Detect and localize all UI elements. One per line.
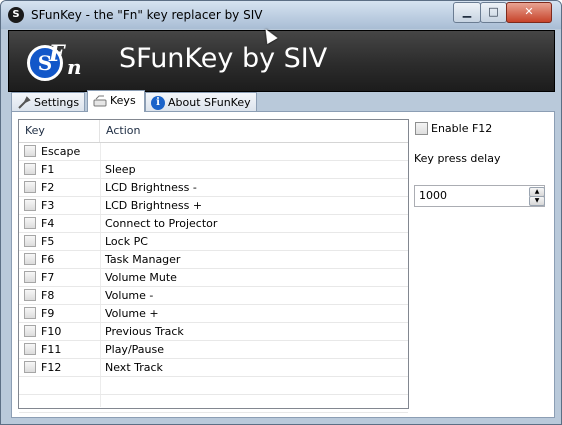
table-row[interactable]: F5 Lock PC [19, 233, 408, 251]
row-checkbox[interactable] [24, 199, 36, 211]
sfunkey-logo: S F n [23, 39, 85, 83]
row-action: Previous Track [105, 325, 184, 338]
enable-f12-label[interactable]: Enable F12 [431, 121, 492, 136]
info-icon: i [151, 96, 165, 110]
table-row[interactable]: F10 Previous Track [19, 323, 408, 341]
empty-row [19, 377, 408, 395]
row-checkbox[interactable] [24, 181, 36, 193]
column-header-key[interactable]: Key [19, 120, 100, 142]
row-key: F6 [41, 253, 55, 266]
row-action: Task Manager [105, 253, 181, 266]
row-checkbox[interactable] [24, 163, 36, 175]
banner-title: SFunKey by SIV [119, 43, 328, 74]
logo-f: F [49, 41, 65, 67]
spinner-buttons: ▲ ▼ [529, 187, 545, 206]
tab-settings[interactable]: Settings [11, 92, 85, 112]
row-key: F10 [41, 325, 62, 338]
maximize-button[interactable]: □ [480, 2, 507, 23]
row-action: Play/Pause [105, 343, 164, 356]
row-checkbox[interactable] [24, 217, 36, 229]
table-row[interactable]: F11 Play/Pause [19, 341, 408, 359]
table-row[interactable]: F8 Volume - [19, 287, 408, 305]
tab-keys-label: Keys [110, 94, 136, 107]
row-action: Volume - [105, 289, 154, 302]
key-press-delay-value[interactable]: 1000 [419, 186, 447, 206]
row-key: F1 [41, 163, 55, 176]
row-key: F5 [41, 235, 55, 248]
table-row[interactable]: F9 Volume + [19, 305, 408, 323]
key-action-list[interactable]: Key Action Escape F1 Sleep F2 LCD Brightness… [18, 119, 409, 413]
row-action: Connect to Projector [105, 217, 218, 230]
row-checkbox[interactable] [24, 325, 36, 337]
row-checkbox[interactable] [24, 235, 36, 247]
row-action: LCD Brightness - [105, 181, 197, 194]
row-action: LCD Brightness + [105, 199, 203, 212]
keys-panel: Key Action Escape F1 Sleep F2 LCD Brightness… [11, 111, 555, 418]
tab-settings-label: Settings [34, 96, 80, 109]
row-key: F11 [41, 343, 62, 356]
row-key: F3 [41, 199, 55, 212]
window-title: SFunKey - the "Fn" key replacer by SIV [31, 8, 263, 22]
key-press-delay-label: Key press delay [414, 152, 501, 165]
row-action: Volume + [105, 307, 159, 320]
row-key: Escape [41, 145, 81, 158]
row-key: F12 [41, 361, 62, 374]
row-action: Sleep [105, 163, 136, 176]
row-checkbox[interactable] [24, 145, 36, 157]
key-press-delay-spinner[interactable]: 1000 ▲ ▼ [414, 185, 545, 207]
list-body: Escape F1 Sleep F2 LCD Brightness - F3 LCD Bri… [19, 143, 408, 413]
empty-row [19, 395, 408, 413]
row-checkbox[interactable] [24, 343, 36, 355]
row-action: Next Track [105, 361, 163, 374]
column-header-action[interactable]: Action [100, 120, 406, 142]
table-row[interactable]: Escape [19, 143, 408, 161]
app-icon[interactable]: S [8, 7, 24, 23]
keys-icon [93, 94, 107, 108]
row-checkbox[interactable] [24, 307, 36, 319]
row-checkbox[interactable] [24, 361, 36, 373]
row-key: F9 [41, 307, 55, 320]
close-button[interactable]: ✕ [506, 2, 552, 23]
tab-about[interactable]: i About SFunKey [145, 92, 257, 112]
logo-n: n [67, 55, 82, 79]
app-window: S SFunKey - the "Fn" key replacer by SIV… [0, 0, 562, 425]
spinner-down-button[interactable]: ▼ [529, 196, 545, 206]
row-checkbox[interactable] [24, 253, 36, 265]
row-key: F4 [41, 217, 55, 230]
table-row[interactable]: F3 LCD Brightness + [19, 197, 408, 215]
row-action: Volume Mute [105, 271, 177, 284]
row-action: Lock PC [105, 235, 148, 248]
wrench-icon [17, 96, 31, 110]
enable-f12-checkbox[interactable] [415, 122, 428, 135]
table-row[interactable]: F2 LCD Brightness - [19, 179, 408, 197]
list-header: Key Action [19, 120, 408, 143]
row-key: F7 [41, 271, 55, 284]
header-banner: S F n SFunKey by SIV [8, 30, 555, 92]
table-row[interactable]: F12 Next Track [19, 359, 408, 377]
row-key: F2 [41, 181, 55, 194]
table-row[interactable]: F7 Volume Mute [19, 269, 408, 287]
row-key: F8 [41, 289, 55, 302]
tab-keys[interactable]: Keys [87, 90, 145, 112]
row-checkbox[interactable] [24, 289, 36, 301]
table-row[interactable]: F4 Connect to Projector [19, 215, 408, 233]
tab-about-label: About SFunKey [168, 96, 251, 109]
minimize-button[interactable]: ▁ [453, 2, 481, 23]
row-checkbox[interactable] [24, 271, 36, 283]
title-bar[interactable]: S SFunKey - the "Fn" key replacer by SIV… [1, 1, 561, 29]
table-row[interactable]: F6 Task Manager [19, 251, 408, 269]
table-row[interactable]: F1 Sleep [19, 161, 408, 179]
